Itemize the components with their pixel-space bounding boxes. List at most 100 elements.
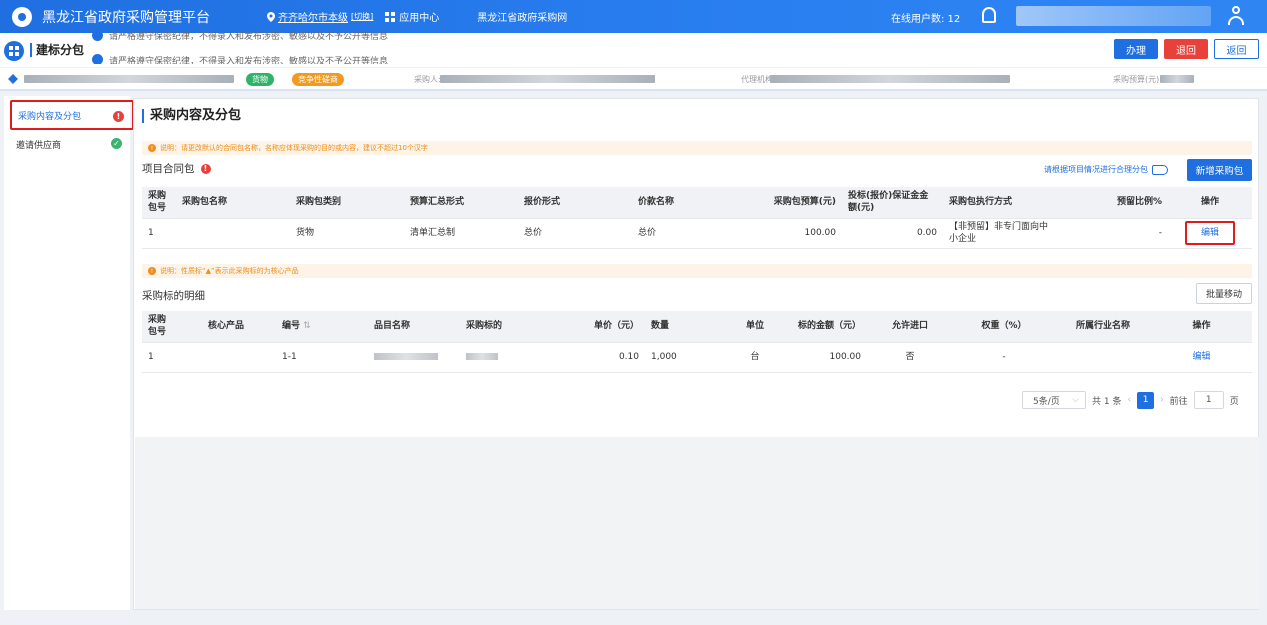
bell-icon[interactable] (982, 7, 996, 23)
agency-value-blurred (770, 75, 1010, 83)
cell-category: 货物 (290, 218, 404, 249)
cell-amount: 100.00 (775, 342, 867, 373)
security-notice-2: 请严格遵守保密纪律，不得录入和发布涉密、敏感以及不予公开等信息 (92, 54, 388, 64)
back-button[interactable]: 返回 (1214, 39, 1259, 59)
info-icon (92, 54, 103, 64)
col-industry: 所属行业名称 (1055, 311, 1151, 343)
add-package-button[interactable]: 新增采购包 (1187, 159, 1252, 181)
user-icon[interactable] (1228, 6, 1244, 26)
page-size-select[interactable]: 5条/页 ⌵ (1022, 391, 1086, 409)
online-users-count: 在线用户数: 12 (891, 14, 961, 25)
goto-page-input[interactable]: 1 (1193, 391, 1224, 409)
pagination: 5条/页 ⌵ 共 1 条 ‹ 1 › 前往 1 页 (1022, 391, 1239, 409)
col-deposit: 投标(报价)保证金金额(元) (842, 187, 943, 219)
layers-icon (8, 74, 18, 84)
batch-move-button[interactable]: 批量移动 (1196, 283, 1252, 304)
user-info-blurred[interactable] (1016, 6, 1211, 26)
edit-package-link[interactable]: 编辑 (1201, 227, 1219, 239)
left-nav-panel: 采购内容及分包 ! 邀请供应商 ✓ (4, 96, 134, 610)
empty-area (135, 437, 1259, 609)
sort-icon[interactable]: ⇅ (303, 321, 311, 331)
cell-package-no: 1 (142, 218, 176, 249)
current-page-button[interactable]: 1 (1137, 391, 1155, 409)
cell-quote: 总价 (518, 218, 632, 249)
return-button[interactable]: 退回 (1164, 39, 1208, 59)
col-exec-mode: 采购包执行方式 (943, 187, 1054, 219)
col-code[interactable]: 编号 ⇅ (276, 311, 368, 343)
package-hint: 请根据项目情况进行合理分包 (1044, 164, 1168, 175)
core-product-tip: ! 说明：性质标“▲”表示此采购标的为核心产品 (142, 264, 1252, 278)
col-unit-price: 单价（元） (540, 311, 645, 343)
col-package-category: 采购包类别 (290, 187, 404, 219)
region-switcher[interactable]: 齐齐哈尔市本级 [切换] (267, 9, 373, 24)
procurement-site-link[interactable]: 黑龙江省政府采购网 (477, 9, 567, 24)
budget-value-blurred (1160, 75, 1194, 83)
prev-page-icon[interactable]: ‹ (1127, 395, 1131, 405)
col-package-no: 采购包号 (142, 187, 176, 219)
location-pin-icon (267, 11, 275, 22)
table-header-row: 采购包号 采购包名称 采购包类别 预算汇总形式 报价形式 价款名称 采购包预算(… (142, 187, 1252, 219)
info-icon: ! (148, 267, 156, 275)
col-unit: 单位 (735, 311, 775, 343)
cell-industry (1055, 342, 1151, 373)
contract-package-table: 采购包号 采购包名称 采购包类别 预算汇总形式 报价形式 价款名称 采购包预算(… (142, 187, 1252, 249)
info-icon (92, 30, 103, 41)
edit-item-link[interactable]: 编辑 (1192, 352, 1210, 362)
col-amount: 标的金额（元） (775, 311, 867, 343)
security-notice-1: 请严格遵守保密纪律，不得录入和发布涉密、敏感以及不予公开等信息 (92, 29, 388, 42)
category-name-blurred (374, 353, 438, 360)
nav-item-invite-suppliers[interactable]: 邀请供应商 ✓ (10, 129, 130, 159)
contract-package-title: 项目合同包 ! (142, 161, 211, 176)
subject-blurred (466, 353, 498, 360)
col-quote-form: 报价形式 (518, 187, 632, 219)
cell-price-name: 总价 (632, 218, 746, 249)
menu-grid-icon[interactable] (4, 41, 24, 61)
grid-icon (385, 11, 396, 22)
cell-core-product (176, 342, 276, 373)
chevron-down-icon: ⌵ (1072, 395, 1079, 405)
contract-tip: ! 说明：请更改默认的合同包名称，名称应体现采购的目的或内容，建议不超过10个汉… (142, 141, 1252, 155)
cell-action: 编辑 (1151, 342, 1252, 373)
cell-subject (460, 342, 540, 373)
cell-package-name (176, 218, 290, 249)
warning-icon: ! (200, 163, 211, 174)
col-budget-summary: 预算汇总形式 (404, 187, 518, 219)
procurement-item-table: 采购包号 核心产品 编号 ⇅ 品目名称 采购标的 单价（元） 数量 单位 标的金… (142, 311, 1252, 373)
info-icon: ! (148, 144, 156, 152)
cell-quantity: 1,000 (645, 342, 735, 373)
col-weight: 权重（%） (953, 311, 1055, 343)
cell-ratio: - (1054, 218, 1168, 249)
purchaser-value-blurred (440, 75, 655, 83)
cell-deposit: 0.00 (842, 218, 943, 249)
budget-label: 采购预算(元): (1113, 75, 1162, 84)
col-package-name: 采购包名称 (176, 187, 290, 219)
main-content: 采购内容及分包 ! 说明：请更改默认的合同包名称，名称应体现采购的目的或内容，建… (133, 98, 1259, 610)
project-name-blurred (24, 75, 234, 83)
total-count: 共 1 条 (1092, 396, 1122, 407)
table-header-row: 采购包号 核心产品 编号 ⇅ 品目名称 采购标的 单价（元） 数量 单位 标的金… (142, 311, 1252, 343)
col-reserve-ratio: 预留比例% (1054, 187, 1168, 219)
cell-import: 否 (867, 342, 953, 373)
cell-package-no: 1 (142, 342, 176, 373)
col-action: 操作 (1168, 187, 1252, 219)
page-header: 建标分包 请严格遵守保密纪律，不得录入和发布涉密、敏感以及不予公开等信息 请严格… (0, 30, 1267, 67)
col-category-name: 品目名称 (368, 311, 460, 343)
method-badge: 竞争性磋商 (292, 73, 344, 86)
detail-title: 采购标的明细 (142, 290, 205, 302)
page-title: 建标分包 (30, 43, 84, 57)
next-page-icon[interactable]: › (1160, 395, 1164, 405)
goto-label: 前往 (1169, 396, 1188, 407)
col-subject: 采购标的 (460, 311, 540, 343)
app-center-button[interactable]: 应用中心 (385, 9, 439, 24)
pointing-hand-icon (1152, 164, 1168, 175)
region-name: 齐齐哈尔市本级 (278, 13, 348, 24)
warning-icon: ! (113, 111, 124, 122)
handle-button[interactable]: 办理 (1114, 39, 1158, 59)
cell-category-name (368, 342, 460, 373)
cell-budget: 100.00 (746, 218, 842, 249)
nav-item-content-and-packages[interactable]: 采购内容及分包 ! (10, 100, 134, 130)
table-row: 1 货物 清单汇总制 总价 总价 100.00 0.00 【非预留】非专门面向中… (142, 218, 1252, 249)
region-switch-link[interactable]: [切换] (351, 11, 373, 22)
cell-code: 1-1 (276, 342, 368, 373)
col-import: 允许进口 (867, 311, 953, 343)
